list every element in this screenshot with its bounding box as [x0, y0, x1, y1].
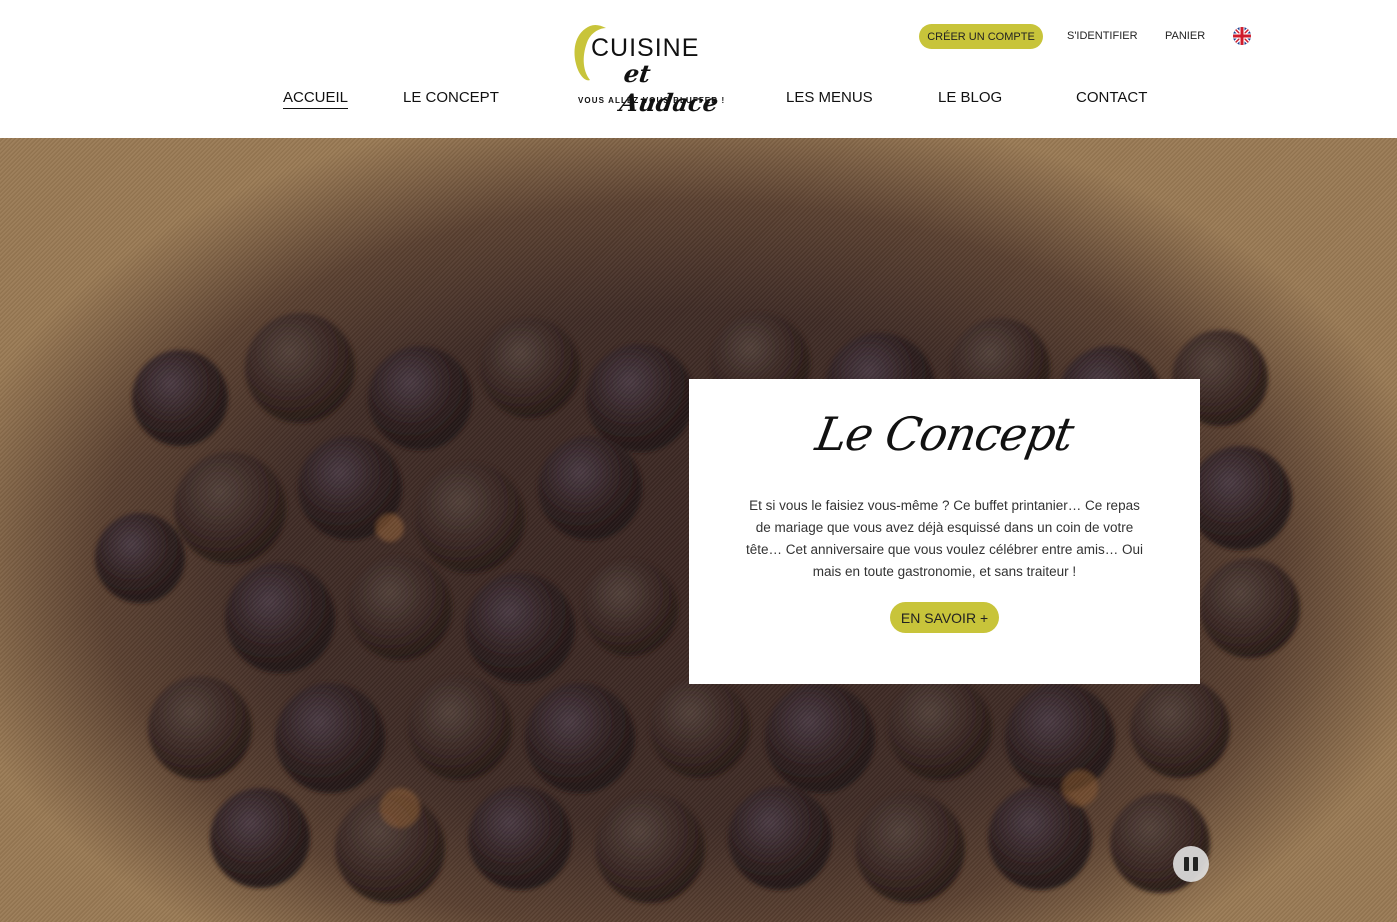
learn-more-button[interactable]: EN SAVOIR +	[890, 602, 999, 633]
hero-banner: Le Concept Et si vous le faisiez vous-mê…	[0, 138, 1397, 922]
pause-icon[interactable]	[1173, 846, 1209, 882]
create-account-button[interactable]: CRÉER UN COMPTE	[919, 24, 1043, 49]
concept-description: Et si vous le faisiez vous-même ? Ce buf…	[746, 498, 1143, 579]
logo-tagline: VOUS ALLEZ VOUS BLUFFER !	[578, 96, 726, 105]
site-header: CUISINE et Audace VOUS ALLEZ VOUS BLUFFE…	[0, 0, 1397, 138]
logo-script: et Audace	[617, 59, 721, 117]
nav-le-blog[interactable]: LE BLOG	[938, 89, 1002, 106]
nav-les-menus[interactable]: LES MENUS	[786, 89, 873, 106]
nav-accueil[interactable]: ACCUEIL	[283, 89, 349, 109]
uk-flag-icon[interactable]	[1233, 27, 1251, 45]
nav-contact[interactable]: CONTACT	[1076, 89, 1147, 106]
login-link[interactable]: S'IDENTIFIER	[1067, 30, 1138, 42]
concept-title: Le Concept	[811, 407, 1078, 461]
concept-card: Le Concept Et si vous le faisiez vous-mê…	[689, 379, 1200, 684]
nav-le-concept[interactable]: LE CONCEPT	[403, 89, 499, 106]
cart-link[interactable]: PANIER	[1165, 30, 1205, 42]
pause-bar-left	[1184, 857, 1189, 871]
pause-bar-right	[1193, 857, 1198, 871]
site-logo[interactable]: CUISINE et Audace VOUS ALLEZ VOUS BLUFFE…	[566, 20, 724, 117]
